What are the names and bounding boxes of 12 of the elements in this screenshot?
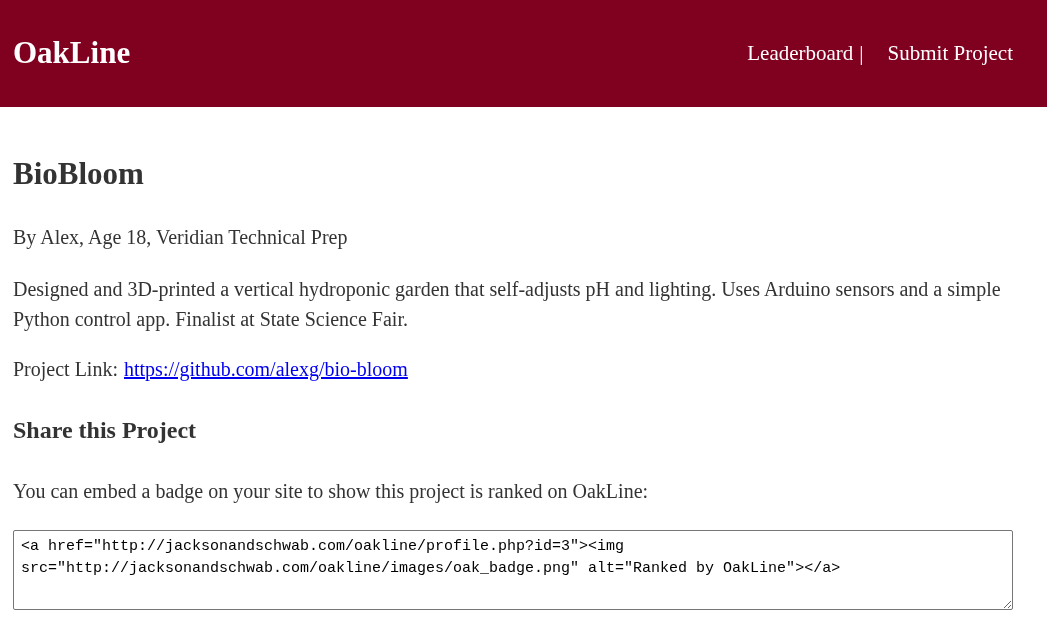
link-label: Project Link: bbox=[13, 356, 118, 383]
nav-link[interactable]: Leaderboard bbox=[747, 37, 854, 70]
site-logo[interactable]: OakLine bbox=[13, 30, 131, 77]
embed-code-field[interactable]: <a href="http://jacksonandschwab.com/oakline/profile.php?id=3"><img src="http://jacksonandschwab.com/oakline/images/oak_badge.png" alt="Ranked by OakLine"></a> bbox=[13, 529, 1013, 610]
nav-link[interactable]: Submit Project bbox=[887, 37, 1013, 70]
project-link[interactable]: https://github.com/alexg/bio-bloom bbox=[124, 353, 408, 384]
project-byline: By Alex, Age 18, Veridian Technical Prep bbox=[13, 224, 349, 251]
nav-separator: | bbox=[859, 39, 864, 67]
share-heading: Share this Project bbox=[13, 415, 198, 445]
project-description: Designed and 3D-printed a vertical hydroponic garden that self-adjusts pH and lighting. Uses Arduino sensors and a simple Python control app. Finalist at State Science Fair. bbox=[13, 276, 1002, 333]
share-description: You can embed a badge on your site to show this project is ranked on OakLine: bbox=[13, 478, 650, 505]
project-title: BioBloom bbox=[13, 155, 145, 193]
